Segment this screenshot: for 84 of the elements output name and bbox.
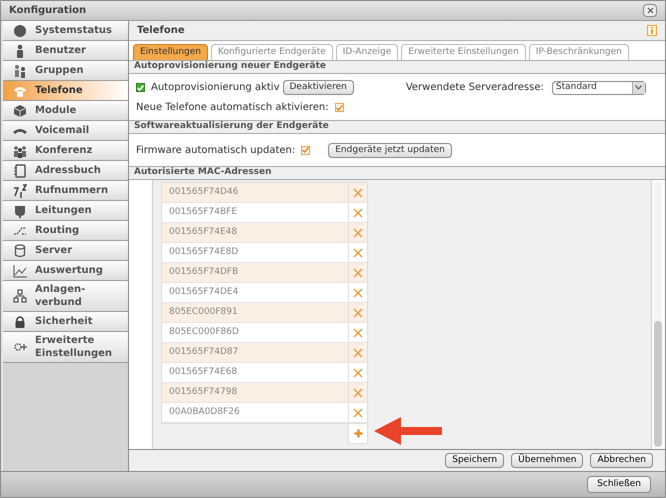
table-cell-text: 001565F74DE4 bbox=[168, 286, 240, 299]
database-icon bbox=[13, 244, 27, 258]
close-icon bbox=[353, 388, 363, 398]
close-button[interactable] bbox=[643, 4, 657, 17]
info-icon[interactable] bbox=[647, 25, 657, 36]
table-cell-text: 001565F74D46 bbox=[168, 186, 240, 199]
sidebar-item[interactable]: Sicherheit bbox=[3, 312, 128, 332]
table-cell-text: 001565F74798 bbox=[168, 386, 238, 399]
tab[interactable]: Erweiterte Einstellungen bbox=[401, 44, 526, 60]
checkbox[interactable] bbox=[334, 103, 344, 112]
table-cell-text: 001565F74D87 bbox=[168, 346, 240, 359]
close-icon bbox=[353, 248, 363, 258]
cube-icon bbox=[13, 104, 27, 118]
table-cell-text: 001565F74E48 bbox=[168, 226, 238, 239]
dialog-button[interactable]: Abbrechen bbox=[590, 453, 653, 468]
section-header: Softwareaktualisierung der Endgeräte bbox=[129, 121, 665, 134]
close-icon bbox=[353, 328, 363, 338]
sidebar-item[interactable]: Voicemail bbox=[3, 121, 128, 141]
sidebar-item[interactable]: Module bbox=[3, 101, 128, 121]
add-button[interactable] bbox=[348, 424, 368, 444]
dropdown-value: Standard bbox=[554, 80, 597, 94]
table-cell-text: 001565F74E68 bbox=[168, 366, 238, 379]
close-icon bbox=[646, 7, 654, 14]
checkbox[interactable] bbox=[301, 146, 310, 154]
table-cell-text: 001565F74E8D bbox=[168, 246, 240, 259]
line-chart-icon bbox=[13, 264, 27, 278]
sidebar-item[interactable]: Systemstatus bbox=[3, 21, 128, 41]
table-cell-text: 00A0BA0D8F26 bbox=[168, 406, 241, 419]
checkbox-label: Firmware automatisch updaten: bbox=[136, 144, 296, 158]
checkbox-label: Neue Telefone automatisch aktivieren: bbox=[136, 101, 329, 115]
table-cell-text: 805EC000F86D bbox=[168, 326, 240, 339]
tab[interactable]: ID-Anzeige bbox=[336, 44, 398, 60]
field-label: Verwendete Serveradresse: bbox=[406, 81, 544, 95]
table-cell-text: 805EC000F891 bbox=[168, 306, 239, 319]
table-cell-text: 001565F74BFE bbox=[168, 206, 238, 219]
book-icon bbox=[13, 164, 27, 178]
close-icon bbox=[353, 308, 363, 318]
scrollbar-thumb[interactable] bbox=[654, 321, 662, 447]
sidebar-item[interactable]: Gruppen bbox=[3, 61, 128, 81]
sidebar-item[interactable]: Konferenz bbox=[3, 141, 128, 161]
close-icon bbox=[353, 348, 363, 358]
sidebar-item[interactable]: Routing bbox=[3, 221, 128, 241]
plug-icon bbox=[13, 204, 27, 218]
close-icon bbox=[353, 188, 363, 198]
sidebar-item[interactable]: Erweiterte Einstellungen bbox=[3, 332, 128, 363]
table-cell-text: 001565F74DFB bbox=[168, 266, 240, 279]
close-icon bbox=[353, 288, 363, 298]
close-icon bbox=[353, 408, 363, 418]
checkbox-label: Autoprovisionierung aktiv bbox=[151, 81, 280, 95]
window-title: Konfiguration bbox=[9, 4, 86, 18]
tab[interactable]: Konfigurierte Endgeräte bbox=[211, 44, 333, 60]
server-dropdown[interactable]: Standard bbox=[552, 80, 646, 94]
plus-icon bbox=[354, 429, 362, 438]
panel-title: Telefone bbox=[137, 24, 185, 38]
sidebar-item[interactable]: Leitungen bbox=[3, 201, 128, 221]
sidebar-item[interactable]: Server bbox=[3, 241, 128, 261]
update-button[interactable]: Endgeräte jetzt updaten bbox=[328, 142, 452, 158]
close-icon bbox=[353, 228, 363, 238]
chevron-down-icon bbox=[635, 85, 642, 90]
sidebar-item[interactable]: Auswertung bbox=[3, 261, 128, 281]
section-header: Autorisierte MAC-Adressen bbox=[129, 167, 665, 180]
arrow-icon bbox=[374, 416, 442, 446]
close-icon bbox=[353, 208, 363, 218]
dialog-button[interactable]: Übernehmen bbox=[511, 453, 584, 468]
close-icon bbox=[353, 268, 363, 278]
sidebar-item[interactable]: Telefone bbox=[3, 81, 128, 101]
sidebar-item[interactable]: Anlagen- verbund bbox=[3, 281, 128, 312]
scrollbar-track[interactable] bbox=[654, 182, 662, 447]
people-icon bbox=[13, 144, 27, 158]
network-icon bbox=[13, 289, 27, 303]
checkbox[interactable] bbox=[136, 83, 145, 92]
dialog-button[interactable]: Speichern bbox=[445, 453, 504, 468]
tab[interactable]: IP-Beschränkungen bbox=[528, 44, 629, 60]
sidebar-item[interactable]: Benutzer bbox=[3, 41, 128, 61]
lock-icon bbox=[13, 314, 27, 328]
close-dialog-button[interactable]: Schließen bbox=[587, 476, 651, 493]
section-header: Autoprovisionierung neuer Endgeräte bbox=[129, 61, 665, 74]
people-icon bbox=[13, 64, 27, 78]
numbers-icon bbox=[13, 184, 27, 198]
deactivate-button[interactable]: Deaktivieren bbox=[282, 80, 354, 95]
close-icon bbox=[353, 368, 363, 378]
sidebar-item[interactable]: Rufnummern bbox=[3, 181, 128, 201]
sidebar-item[interactable]: Adressbuch bbox=[3, 161, 128, 181]
tab[interactable]: Einstellungen bbox=[133, 44, 208, 60]
